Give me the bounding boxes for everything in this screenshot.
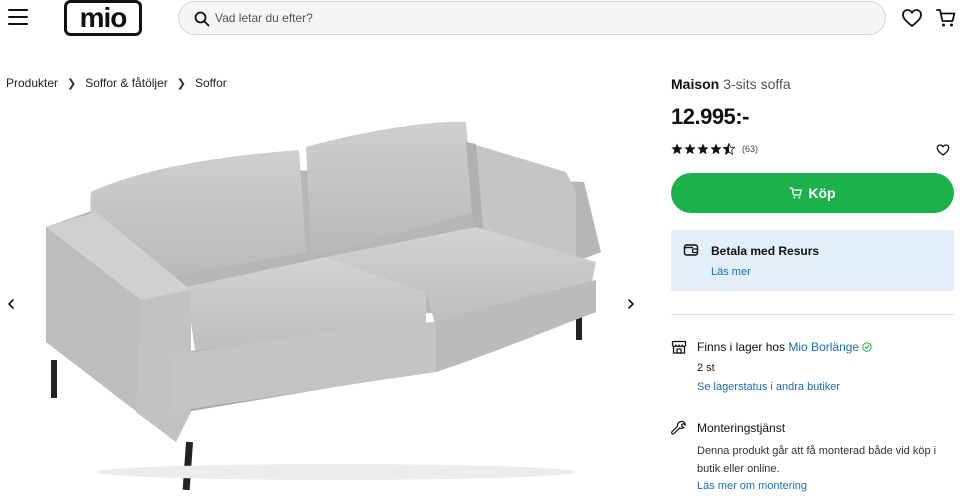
wrench-icon: [671, 420, 686, 435]
breadcrumb-item-produkter[interactable]: Produkter: [6, 76, 58, 90]
other-stores-stock-link[interactable]: Se lagerstatus i andra butiker: [697, 381, 840, 393]
product-price: 12.995:-: [671, 104, 749, 129]
chevron-left-icon[interactable]: [4, 296, 18, 312]
logo-text: mio: [80, 2, 128, 33]
divider: [671, 314, 954, 315]
store-icon: [671, 340, 687, 354]
buy-button[interactable]: Köp: [671, 173, 954, 213]
financing-title: Betala med Resurs: [711, 244, 820, 258]
product-title: Maison 3-sits soffa: [671, 76, 791, 92]
cart-icon[interactable]: [935, 7, 957, 29]
site-header: mio: [0, 0, 960, 36]
product-name: Maison: [671, 76, 720, 92]
breadcrumb: Produkter ❯ Soffor & fåtöljer ❯ Soffor: [6, 76, 227, 90]
star-icon: [710, 143, 722, 155]
star-icon: [684, 143, 696, 155]
stock-quantity: 2 st: [697, 362, 715, 374]
stock-prefix: Finns i lager hos: [697, 340, 786, 354]
buy-button-label: Köp: [808, 185, 836, 201]
star-half-icon: [723, 143, 735, 155]
star-icon: [697, 143, 709, 155]
check-circle-icon: [862, 342, 872, 352]
product-rating[interactable]: (63): [671, 143, 758, 155]
review-count[interactable]: (63): [742, 144, 758, 154]
heart-icon[interactable]: [936, 143, 950, 157]
chevron-right-icon[interactable]: [624, 296, 638, 312]
product-subtitle: 3-sits soffa: [723, 76, 791, 92]
mio-logo[interactable]: mio: [64, 0, 142, 36]
heart-icon[interactable]: [901, 7, 923, 29]
breadcrumb-item-soffor-fatoljer[interactable]: Soffor & fåtöljer: [85, 76, 168, 90]
chevron-right-icon: ❯: [176, 77, 186, 90]
sofa-image: [46, 121, 601, 491]
hamburger-icon[interactable]: [8, 9, 28, 25]
wallet-icon: [683, 244, 699, 256]
assembly-title: Monteringstjänst: [697, 421, 786, 435]
search-bar[interactable]: [178, 1, 886, 35]
assembly-read-more-link[interactable]: Läs mer om montering: [697, 480, 807, 492]
assembly-description: Denna produkt går att få monterad både v…: [697, 445, 937, 475]
chevron-right-icon: ❯: [67, 77, 77, 90]
search-icon[interactable]: [193, 10, 211, 28]
cart-icon: [789, 187, 803, 199]
store-link[interactable]: Mio Borlänge: [788, 340, 859, 354]
financing-read-more-link[interactable]: Läs mer: [711, 266, 751, 278]
star-icon: [671, 143, 683, 155]
breadcrumb-item-soffor[interactable]: Soffor: [195, 76, 227, 90]
financing-box: Betala med Resurs Läs mer: [671, 230, 954, 291]
search-input[interactable]: [215, 2, 855, 34]
